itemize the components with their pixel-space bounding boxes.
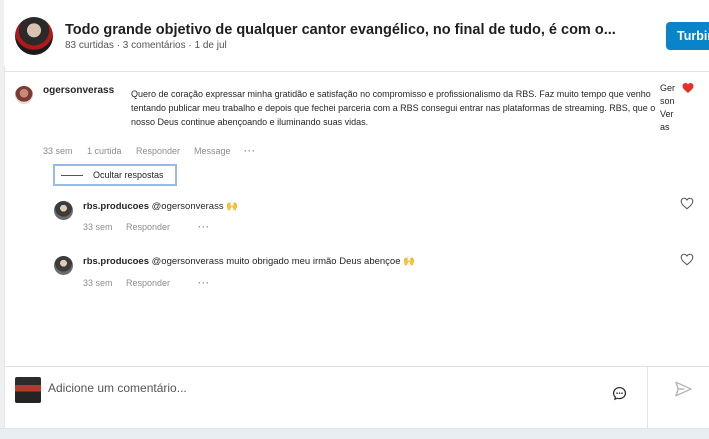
emoji-icon[interactable] [612, 386, 627, 401]
hide-replies-label: Ocultar respostas [93, 170, 164, 180]
comment-more-button[interactable]: ··· [244, 146, 256, 156]
comment-input[interactable] [48, 380, 608, 396]
header-divider [4, 71, 709, 72]
reply-avatar[interactable] [54, 201, 73, 220]
panel-left-border [4, 66, 5, 428]
comment-message-button[interactable]: Message [194, 146, 231, 156]
reply-avatar[interactable] [54, 256, 73, 275]
reply-more-button[interactable]: ··· [198, 222, 210, 232]
composer-separator [647, 367, 648, 428]
comment-text: Quero de coração expressar minha gratidã… [131, 89, 656, 127]
reply-time: 33 sem [83, 278, 113, 288]
composer-divider [4, 366, 709, 367]
reply-text: @ogersonverass muito obrigado meu irmão … [151, 256, 415, 267]
send-icon[interactable] [674, 380, 693, 398]
reply-username[interactable]: rbs.producoes [83, 256, 149, 267]
post-title[interactable]: Todo grande objetivo de qualquer cantor … [65, 22, 616, 38]
commenter-display-name: Gerson Veras [660, 83, 676, 132]
comment-reply-button[interactable]: Responder [136, 146, 180, 156]
post-meta: 83 curtidas · 3 comentários · 1 de jul [65, 40, 227, 51]
reply-more-button[interactable]: ··· [198, 278, 210, 288]
reply-item: rbs.producoes @ogersonverass 🙌 [83, 201, 238, 212]
heart-outline-icon[interactable] [680, 197, 694, 210]
heart-outline-icon[interactable] [680, 253, 694, 266]
reply-respond-button[interactable]: Responder [126, 222, 170, 232]
hide-replies-button[interactable]: Ocultar respostas [53, 164, 177, 186]
boost-button[interactable]: Turbin [666, 22, 709, 50]
heart-filled-icon[interactable] [682, 82, 694, 94]
comment-likes-count[interactable]: 1 curtida [87, 146, 122, 156]
commenter-avatar[interactable] [15, 86, 33, 104]
reply-item: rbs.producoes @ogersonverass muito obrig… [83, 256, 415, 267]
composer-avatar [15, 377, 41, 403]
post-avatar[interactable] [15, 17, 53, 55]
reply-time: 33 sem [83, 222, 113, 232]
reply-respond-button[interactable]: Responder [126, 278, 170, 288]
hide-replies-dash [61, 175, 83, 176]
reply-text: @ogersonverass 🙌 [151, 201, 239, 212]
reply-username[interactable]: rbs.producoes [83, 201, 149, 212]
window-bottom-edge [0, 428, 709, 439]
comment-username[interactable]: ogersonverass [43, 85, 114, 96]
comment-time: 33 sem [43, 146, 73, 156]
